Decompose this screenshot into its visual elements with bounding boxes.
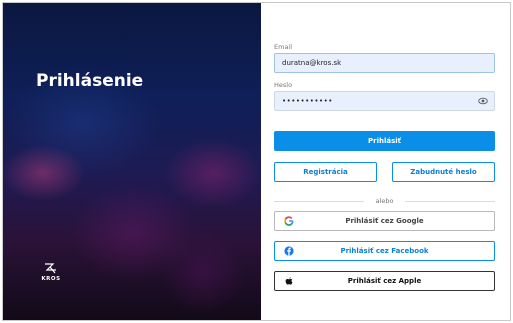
kros-logo-icon [45, 263, 56, 274]
facebook-login-button[interactable]: Prihlásiť cez Facebook [274, 241, 495, 261]
login-button[interactable]: Prihlásiť [274, 131, 495, 151]
logo-text: KROS [41, 276, 61, 282]
google-login-label: Prihlásiť cez Google [345, 217, 424, 225]
left-hero-panel: Prihlásenie KROS [3, 3, 261, 320]
kros-logo: KROS [39, 263, 63, 282]
register-button[interactable]: Registrácia [274, 162, 377, 182]
divider-line-right [405, 201, 495, 202]
password-field[interactable]: ••••••••••• [274, 91, 495, 111]
apple-login-button[interactable]: Prihlásiť cez Apple [274, 271, 495, 291]
forgot-password-button[interactable]: Zabudnuté heslo [392, 162, 495, 182]
facebook-icon [284, 246, 294, 256]
login-form-panel: Email duratna@kros.sk Heslo ••••••••••• … [261, 3, 510, 320]
login-window: Prihlásenie KROS Email duratna@kros.sk H… [2, 2, 511, 321]
facebook-login-label: Prihlásiť cez Facebook [340, 247, 429, 255]
password-label: Heslo [274, 81, 293, 89]
password-value: ••••••••••• [282, 97, 333, 105]
apple-login-label: Prihlásiť cez Apple [347, 277, 422, 285]
google-icon [284, 216, 294, 226]
email-field[interactable]: duratna@kros.sk [274, 53, 495, 73]
eye-icon[interactable] [478, 97, 488, 105]
google-login-button[interactable]: Prihlásiť cez Google [274, 211, 495, 231]
or-divider: alebo [274, 196, 495, 206]
page-title: Prihlásenie [36, 71, 144, 91]
email-label: Email [274, 43, 293, 51]
apple-icon [285, 277, 293, 285]
